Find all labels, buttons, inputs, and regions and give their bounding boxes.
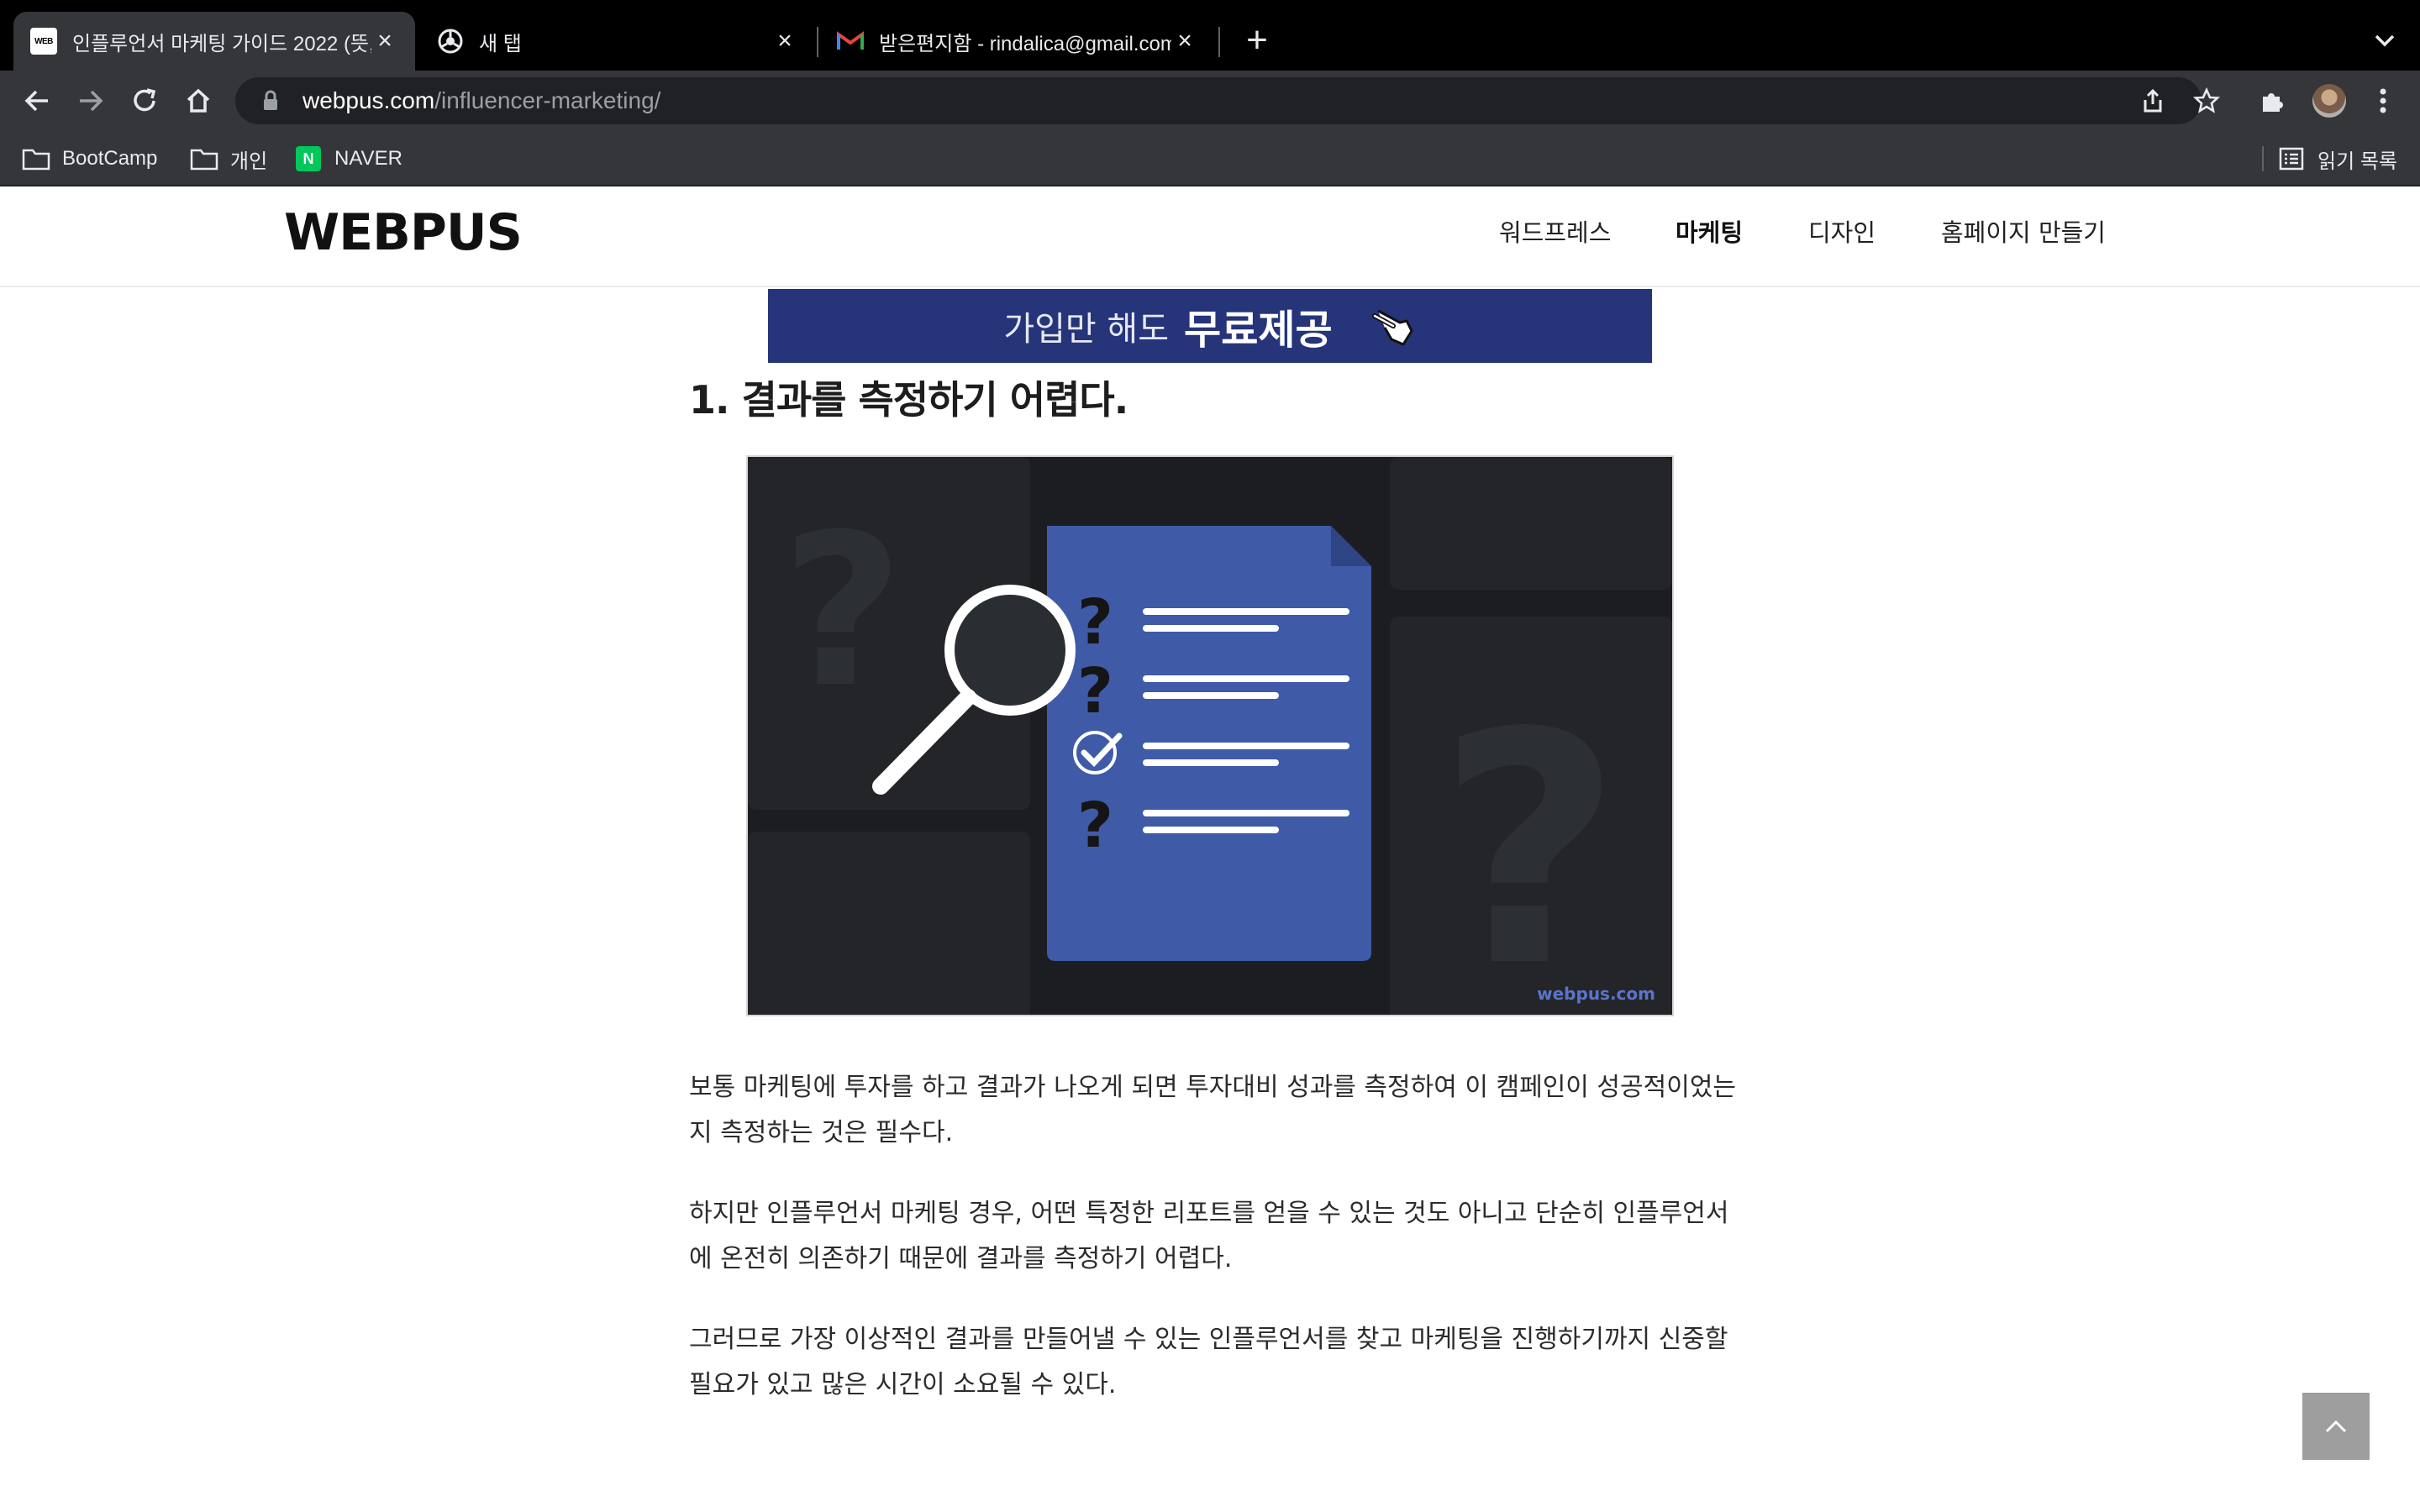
- profile-avatar[interactable]: [2312, 84, 2346, 118]
- faint-question-mark: ?: [781, 489, 903, 733]
- reading-list-label: 읽기 목록: [2317, 150, 2397, 173]
- close-icon[interactable]: ×: [371, 28, 398, 55]
- tab-gmail[interactable]: 받은편지함 - rindalica@gmail.com ×: [820, 12, 1215, 71]
- scroll-to-top-button[interactable]: [2302, 1393, 2370, 1460]
- question-mark: ?: [1077, 586, 1113, 659]
- bookmark-label: NAVER: [334, 147, 402, 170]
- tab-divider: [1218, 27, 1220, 57]
- folder-icon: [190, 146, 218, 171]
- chevron-down-icon[interactable]: [2370, 25, 2400, 55]
- reading-list-icon: [2279, 147, 2304, 171]
- figure-watermark: webpus.com: [1537, 984, 1655, 1004]
- nav-wordpress[interactable]: 워드프레스: [1499, 210, 1611, 252]
- banner-highlight: 무료제공: [1184, 307, 1333, 354]
- paragraph: 보통 마케팅에 투자를 하고 결과가 나오게 되면 투자대비 성과를 측정하여 …: [689, 1065, 1739, 1156]
- share-icon[interactable]: [2136, 84, 2170, 118]
- promo-banner[interactable]: 가입만 해도 무료제공: [768, 289, 1652, 363]
- pointing-hand-icon: [1370, 302, 1417, 349]
- nav-design[interactable]: 디자인: [1808, 210, 1876, 252]
- bookmark-naver[interactable]: N NAVER: [294, 143, 402, 175]
- reload-icon[interactable]: [126, 82, 163, 119]
- bookmark-label: 개인: [230, 150, 268, 173]
- more-menu-icon[interactable]: [2365, 82, 2402, 119]
- reading-list-button[interactable]: 읽기 목록: [2279, 143, 2397, 175]
- browser-toolbar: webpus.com/influencer-marketing/: [0, 71, 2420, 131]
- paragraph: 하지만 인플루언서 마케팅 경우, 어떤 특정한 리포트를 얻을 수 있는 것도…: [689, 1191, 1739, 1282]
- page-viewport: WEBPUS 워드프레스 마케팅 디자인 홈페이지 만들기 가입만 해도 무료제…: [0, 186, 2420, 1512]
- tab-divider: [817, 27, 818, 57]
- close-icon[interactable]: ×: [1171, 28, 1198, 55]
- paragraph-line: 그러므로 가장 이상적인 결과를 만들어낼 수 있는 인플루언서를 찾고 마케팅…: [689, 1325, 1728, 1354]
- home-icon[interactable]: [180, 82, 217, 119]
- bookmark-personal[interactable]: 개인: [190, 143, 267, 175]
- section-heading: 1. 결과를 측정하기 어렵다.: [689, 377, 1128, 423]
- lock-icon[interactable]: [259, 89, 282, 113]
- bg-panel: [748, 832, 1030, 1015]
- address-bar[interactable]: webpus.com/influencer-marketing/: [235, 77, 2220, 124]
- tab-strip: WEB 인플루언서 마케팅 가이드 2022 (뜻, × 새 탭 × 받은편지함…: [0, 0, 2420, 71]
- bookmarks-bar: BootCamp 개인 N NAVER 읽기 목록: [0, 131, 2420, 186]
- paragraph-line: 에 온전히 의존하기 때문에 결과를 측정하기 어렵다.: [689, 1244, 1233, 1273]
- tab-title: 새 탭: [479, 32, 522, 55]
- back-icon[interactable]: [18, 82, 55, 119]
- bookmark-label: BootCamp: [62, 147, 158, 170]
- bookmark-bootcamp[interactable]: BootCamp: [22, 143, 157, 175]
- tab-title: 받은편지함 - rindalica@gmail.com: [879, 32, 1171, 55]
- nav-marketing[interactable]: 마케팅: [1676, 210, 1743, 252]
- tab-new-tab[interactable]: 새 탭 ×: [420, 12, 815, 71]
- question-mark: ?: [1077, 790, 1113, 862]
- paragraph-line: 지 측정하는 것은 필수다.: [689, 1118, 954, 1147]
- banner-text: 가입만 해도: [1003, 310, 1170, 349]
- chevron-up-icon: [2325, 1420, 2347, 1433]
- webpus-favicon-icon: WEB: [30, 28, 57, 55]
- paragraph-line: 하지만 인플루언서 마케팅 경우, 어떤 특정한 리포트를 얻을 수 있는 것도…: [689, 1199, 1729, 1228]
- close-icon[interactable]: ×: [771, 28, 798, 55]
- bookmarks-divider: [2262, 146, 2264, 171]
- naver-icon: N: [296, 146, 321, 171]
- forward-icon[interactable]: [72, 82, 109, 119]
- bg-panel: [1390, 457, 1672, 590]
- paragraph: 그러므로 가장 이상적인 결과를 만들어낼 수 있는 인플루언서를 찾고 마케팅…: [689, 1317, 1739, 1408]
- nav-homepage[interactable]: 홈페이지 만들기: [1941, 210, 2106, 252]
- article-illustration: ? ? ? ? ? webpus.com: [746, 455, 1674, 1016]
- folder-icon: [22, 146, 50, 171]
- tab-title: 인플루언서 마케팅 가이드 2022 (뜻,: [72, 32, 371, 55]
- site-header: WEBPUS 워드프레스 마케팅 디자인 홈페이지 만들기: [0, 186, 2420, 287]
- question-mark: ?: [1077, 655, 1113, 727]
- paragraph-line: 보통 마케팅에 투자를 하고 결과가 나오게 되면 투자대비 성과를 측정하여 …: [689, 1073, 1737, 1102]
- faint-question-mark: ?: [1437, 664, 1622, 1015]
- paragraph-line: 필요가 있고 많은 시간이 소요될 수 있다.: [689, 1370, 1117, 1399]
- site-logo[interactable]: WEBPUS: [284, 203, 523, 262]
- extensions-icon[interactable]: [2254, 82, 2291, 119]
- url-text: webpus.com/influencer-marketing/: [302, 87, 661, 113]
- new-tab-button[interactable]: +: [1240, 22, 1274, 59]
- tab-influencer-guide[interactable]: WEB 인플루언서 마케팅 가이드 2022 (뜻, ×: [13, 12, 415, 71]
- star-icon[interactable]: [2190, 84, 2223, 118]
- chrome-icon: [437, 28, 464, 55]
- gmail-icon: [837, 28, 864, 55]
